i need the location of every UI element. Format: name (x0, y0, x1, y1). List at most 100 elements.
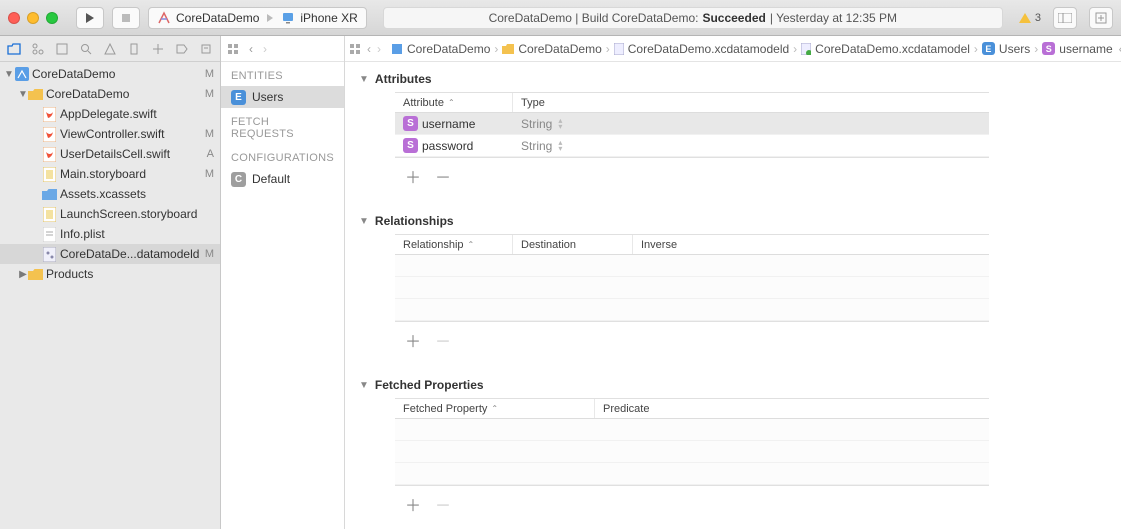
type-selector[interactable]: String▴▾ (513, 139, 633, 153)
attributes-footer: ＋ － (395, 158, 1121, 194)
project-navigator-tab[interactable] (2, 37, 26, 61)
tree-item[interactable]: ▼ CoreDataDemo M (0, 84, 220, 104)
table-row[interactable] (395, 277, 989, 299)
table-row[interactable] (395, 419, 989, 441)
file-name: CoreDataDemo (46, 87, 129, 101)
find-tab[interactable] (74, 37, 98, 61)
disclosure-icon: ▶ (18, 269, 28, 280)
attributes-section: ▼ Attributes Attribute⌃ Type Susername S… (359, 72, 1121, 194)
file-name: Assets.xcassets (60, 187, 146, 201)
report-tab[interactable] (194, 37, 218, 61)
fetched-table: Fetched Property⌃ Predicate (395, 398, 989, 486)
configuration-default[interactable]: C Default (221, 168, 344, 190)
col-predicate[interactable]: Predicate (595, 399, 989, 418)
zoom-window[interactable] (46, 12, 58, 24)
jump-bar[interactable]: ‹ › CoreDataDemo › CoreDataDemo › CoreDa… (345, 36, 1121, 62)
add-attribute-button[interactable]: ＋ (405, 164, 421, 188)
config-label: Default (252, 172, 290, 186)
issue-tab[interactable] (98, 37, 122, 61)
activity-status[interactable]: CoreDataDemo | Build CoreDataDemo: Succe… (383, 7, 1003, 29)
entity-icon: E (231, 90, 246, 105)
source-control-tab[interactable] (26, 37, 50, 61)
jb-entity: EUsers (980, 42, 1032, 56)
tree-item[interactable]: ViewController.swift M (0, 124, 220, 144)
tree-item[interactable]: UserDetailsCell.swift A (0, 144, 220, 164)
debug-tab[interactable] (146, 37, 170, 61)
tree-item[interactable]: AppDelegate.swift (0, 104, 220, 124)
scm-badge: M (205, 68, 214, 80)
tree-item[interactable]: Assets.xcassets (0, 184, 220, 204)
scm-badge: M (205, 168, 214, 180)
attribute-row[interactable]: Spassword String▴▾ (395, 135, 989, 157)
string-type-icon: S (403, 116, 418, 131)
tree-item[interactable]: Info.plist (0, 224, 220, 244)
remove-relationship-button[interactable]: － (435, 328, 451, 352)
library-button[interactable] (1089, 7, 1113, 29)
scm-badge: M (205, 128, 214, 140)
file-icon (42, 247, 57, 262)
table-row[interactable] (395, 441, 989, 463)
remove-attribute-button[interactable]: － (435, 164, 451, 188)
file-icon (28, 267, 43, 282)
entities-header: ENTITIES (221, 62, 344, 86)
test-tab[interactable] (122, 37, 146, 61)
file-name: LaunchScreen.storyboard (60, 207, 197, 221)
close-window[interactable] (8, 12, 20, 24)
relationships-header[interactable]: ▼ Relationships (359, 214, 1121, 228)
tree-item[interactable]: Main.storyboard M (0, 164, 220, 184)
attr-name: username (422, 117, 475, 131)
col-destination[interactable]: Destination (513, 235, 633, 254)
type-selector[interactable]: String▴▾ (513, 117, 633, 131)
editor-layout-button[interactable] (1053, 7, 1077, 29)
related-items-icon[interactable] (227, 43, 239, 55)
minimize-window[interactable] (27, 12, 39, 24)
jump-forward-icon[interactable]: › (377, 42, 387, 56)
configurations-header: CONFIGURATIONS (221, 144, 344, 168)
file-name: ViewController.swift (60, 127, 164, 141)
col-attribute[interactable]: Attribute⌃ (395, 93, 513, 112)
add-fetched-button[interactable]: ＋ (405, 492, 421, 516)
tree-item[interactable]: LaunchScreen.storyboard (0, 204, 220, 224)
tree-item[interactable]: CoreDataDe...datamodeld M (0, 244, 220, 264)
jb-model: CoreDataDemo.xcdatamodel (799, 42, 972, 56)
breakpoint-tab[interactable] (170, 37, 194, 61)
table-row[interactable] (395, 299, 989, 321)
table-row[interactable] (395, 463, 989, 485)
jump-back-icon[interactable]: ‹ (363, 42, 375, 56)
go-forward-icon[interactable]: › (263, 42, 267, 56)
attribute-row[interactable]: Susername String▴▾ (395, 113, 989, 135)
scm-badge: A (207, 148, 214, 160)
file-icon (28, 87, 43, 102)
tree-item[interactable]: ▶ Products (0, 264, 220, 284)
stop-button[interactable] (112, 7, 140, 29)
file-icon (42, 147, 57, 162)
jump-related-icon[interactable] (349, 43, 361, 55)
go-back-icon[interactable]: ‹ (249, 42, 253, 56)
col-relationship[interactable]: Relationship⌃ (395, 235, 513, 254)
jb-modeld: CoreDataDemo.xcdatamodeld (612, 42, 791, 56)
fetch-requests-header: FETCH REQUESTS (221, 108, 344, 144)
col-type[interactable]: Type (513, 93, 989, 112)
fetched-header[interactable]: ▼ Fetched Properties (359, 378, 1121, 392)
col-inverse[interactable]: Inverse (633, 235, 989, 254)
table-row[interactable] (395, 255, 989, 277)
file-icon (42, 227, 57, 242)
attributes-header[interactable]: ▼ Attributes (359, 72, 1121, 86)
editor: ‹ › CoreDataDemo › CoreDataDemo › CoreDa… (345, 36, 1121, 529)
tree-item[interactable]: ▼ CoreDataDemo M (0, 64, 220, 84)
remove-fetched-button[interactable]: － (435, 492, 451, 516)
string-type-icon: S (403, 138, 418, 153)
symbol-tab[interactable] (50, 37, 74, 61)
disclosure-down-icon: ▼ (359, 380, 369, 391)
scheme-selector[interactable]: CoreDataDemo iPhone XR (148, 7, 367, 29)
file-icon (14, 67, 29, 82)
warning-count[interactable]: 3 (1019, 12, 1041, 24)
disclosure-down-icon: ▼ (359, 74, 369, 85)
entity-users[interactable]: E Users (221, 86, 344, 108)
destination-name: iPhone XR (300, 11, 357, 25)
add-relationship-button[interactable]: ＋ (405, 328, 421, 352)
col-fetched-property[interactable]: Fetched Property⌃ (395, 399, 595, 418)
file-icon (42, 107, 57, 122)
file-icon (42, 167, 57, 182)
run-button[interactable] (76, 7, 104, 29)
